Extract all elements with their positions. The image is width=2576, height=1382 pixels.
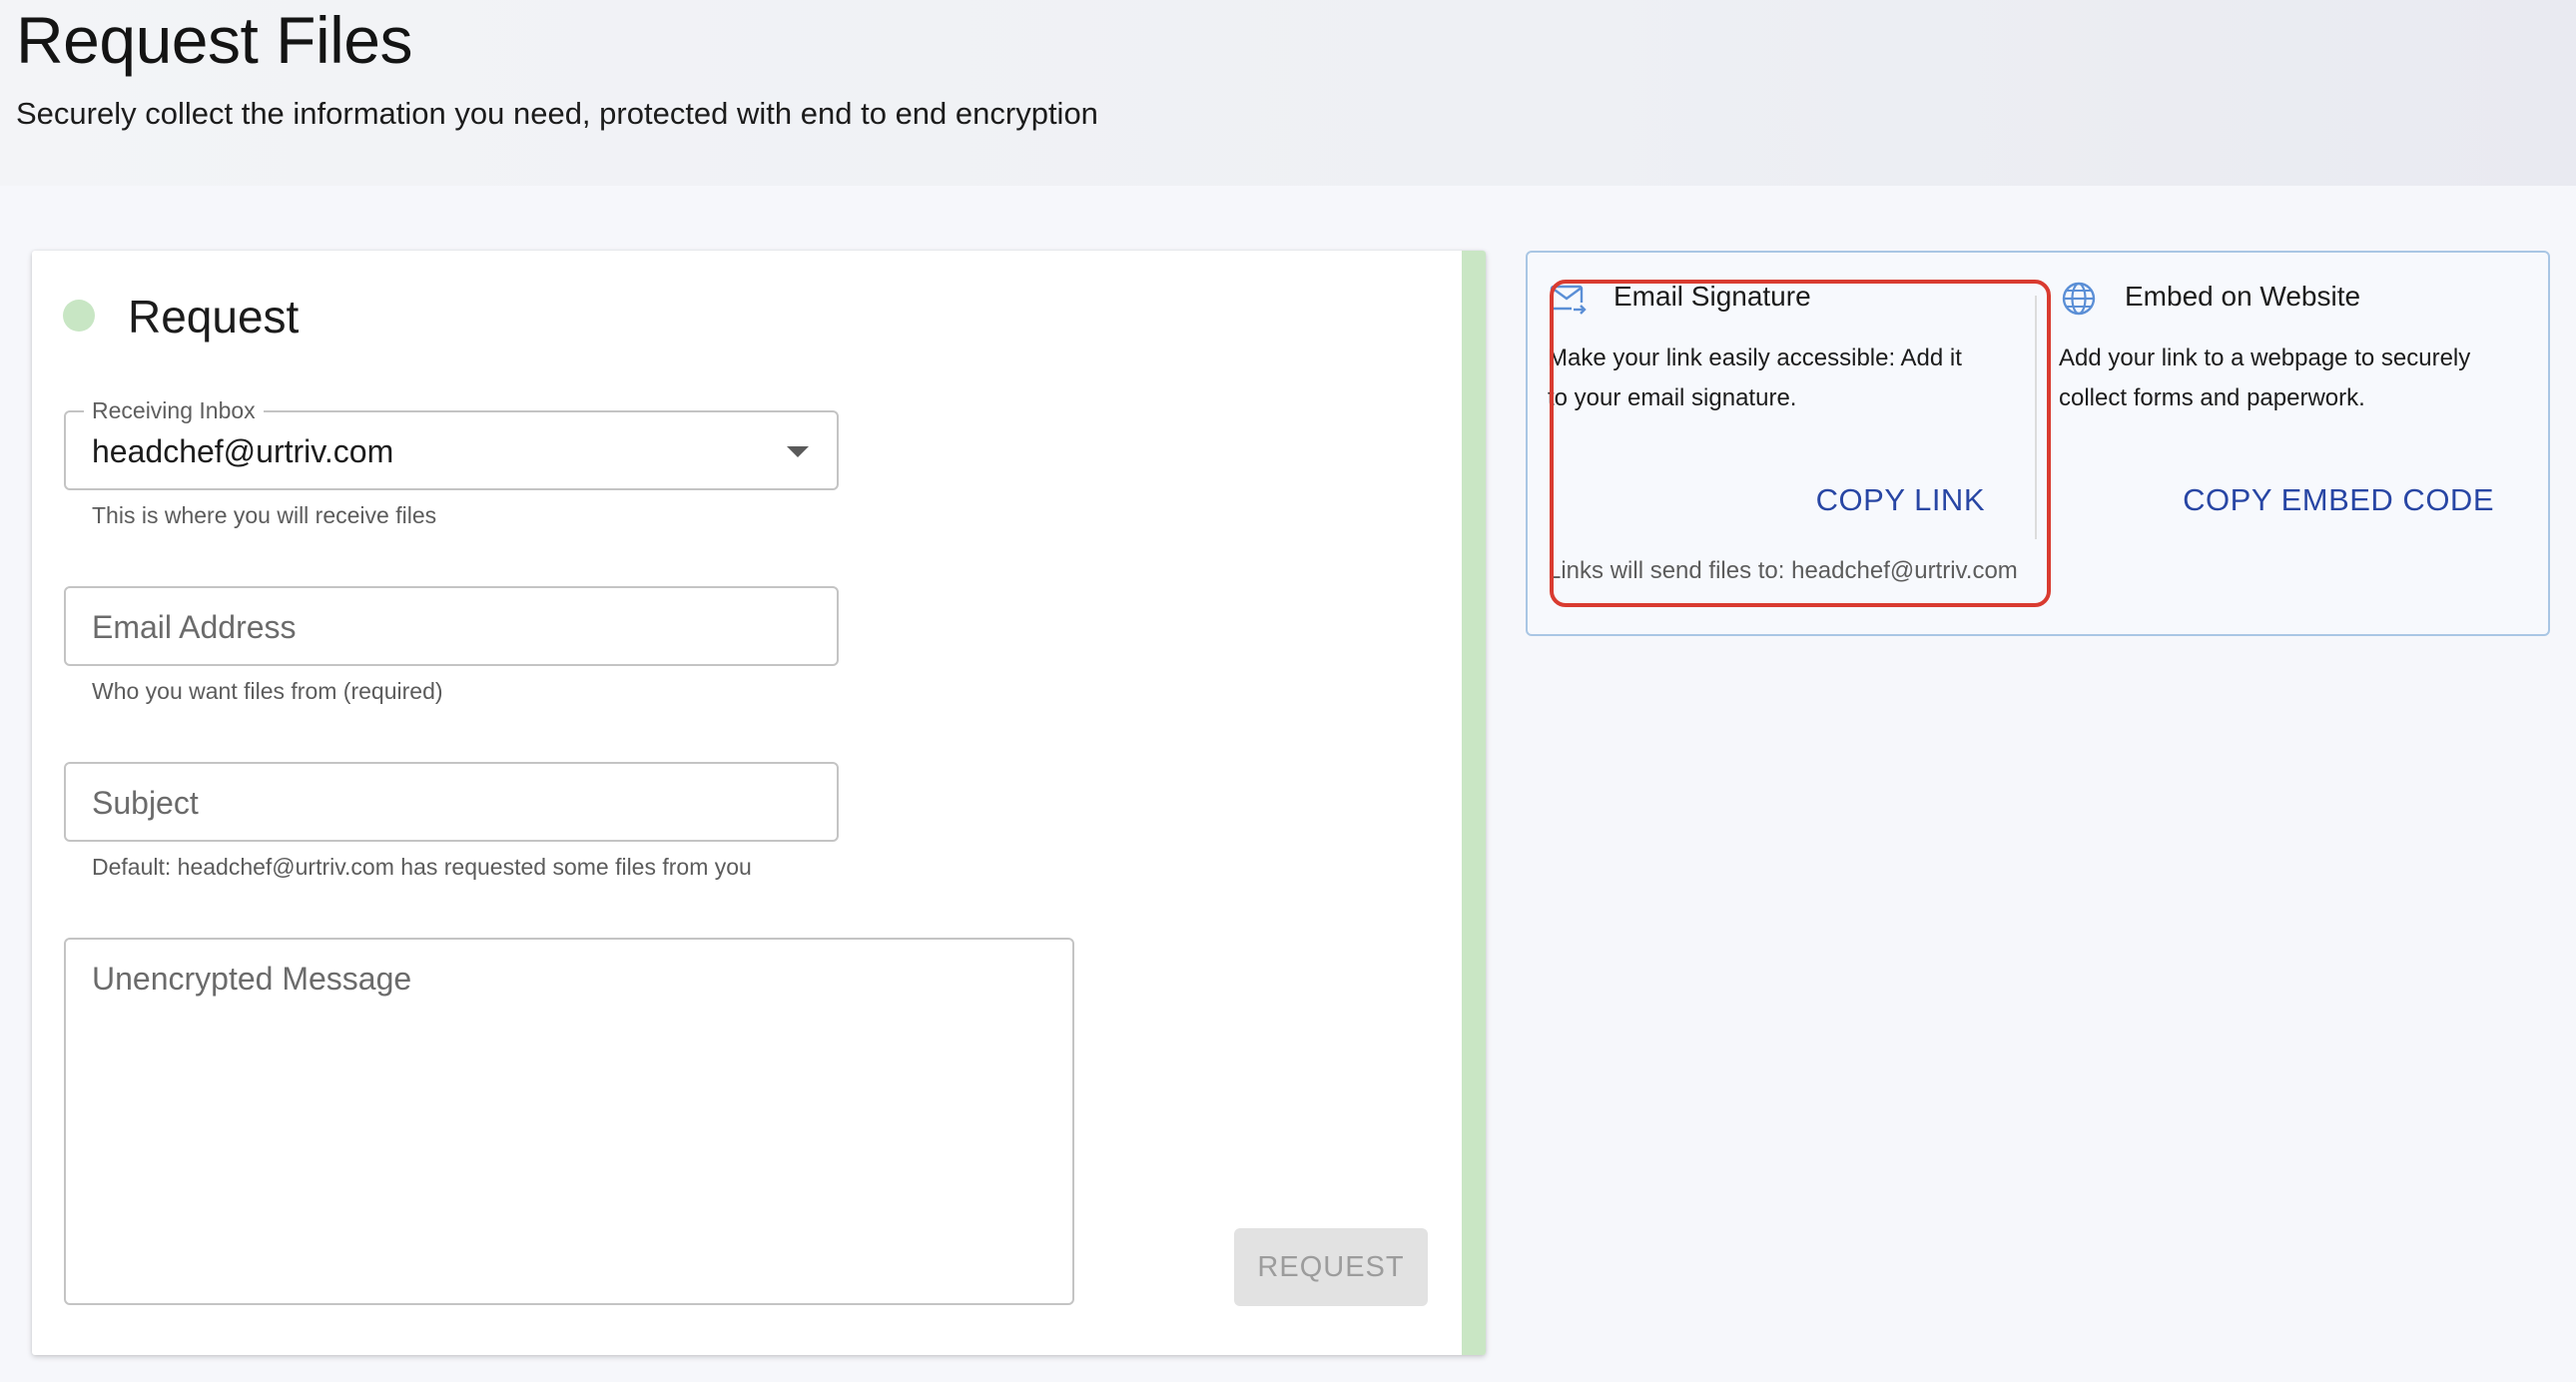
email-address-input[interactable]: Email Address [64,586,839,666]
globe-icon [2062,282,2096,316]
subject-placeholder: Subject [92,785,199,821]
page-title: Request Files [16,3,413,77]
request-card: Request Receiving Inbox headchef@urtriv.… [32,251,1486,1355]
message-placeholder: Unencrypted Message [92,961,412,997]
receiving-inbox-helper: This is where you will receive files [92,502,437,528]
receiving-inbox-select[interactable]: Receiving Inbox headchef@urtriv.com [64,396,839,490]
card-accent-bar [1462,251,1486,1355]
email-forward-icon [1550,285,1587,315]
dropdown-arrow-icon[interactable] [787,446,809,457]
email-signature-option: Email Signature Make your link easily ac… [1548,279,2047,608]
subject-input[interactable]: Subject [64,762,839,842]
request-card-title: Request [128,291,300,343]
embed-website-option: Embed on Website Add your link to a webp… [2059,279,2538,608]
copy-link-button[interactable]: COPY LINK [1816,482,1985,518]
email-address-placeholder: Email Address [92,609,297,645]
embed-website-description: Add your link to a webpage to securely c… [2059,345,2471,411]
email-signature-title: Email Signature [1613,281,1811,312]
subject-helper: Default: headchef@urtriv.com has request… [92,854,752,880]
request-button[interactable]: REQUEST [1234,1228,1428,1306]
embed-website-title: Embed on Website [2125,281,2361,312]
page-subtitle: Securely collect the information you nee… [16,96,1098,131]
receiving-inbox-value: headchef@urtriv.com [92,433,394,469]
status-dot [63,300,95,332]
copy-embed-code-button[interactable]: COPY EMBED CODE [2183,482,2494,518]
message-textarea[interactable]: Unencrypted Message [64,938,1074,1305]
page-header: Request Files Securely collect the infor… [0,0,2576,186]
receiving-inbox-label: Receiving Inbox [84,396,264,424]
email-address-helper: Who you want files from (required) [92,678,443,704]
email-signature-description: Make your link easily accessible: Add it… [1548,345,1962,411]
email-signature-footnote: Links will send files to: headchef@urtri… [1548,557,2018,584]
option-divider [2035,296,2037,539]
share-options-panel: Email Signature Make your link easily ac… [1526,251,2550,636]
